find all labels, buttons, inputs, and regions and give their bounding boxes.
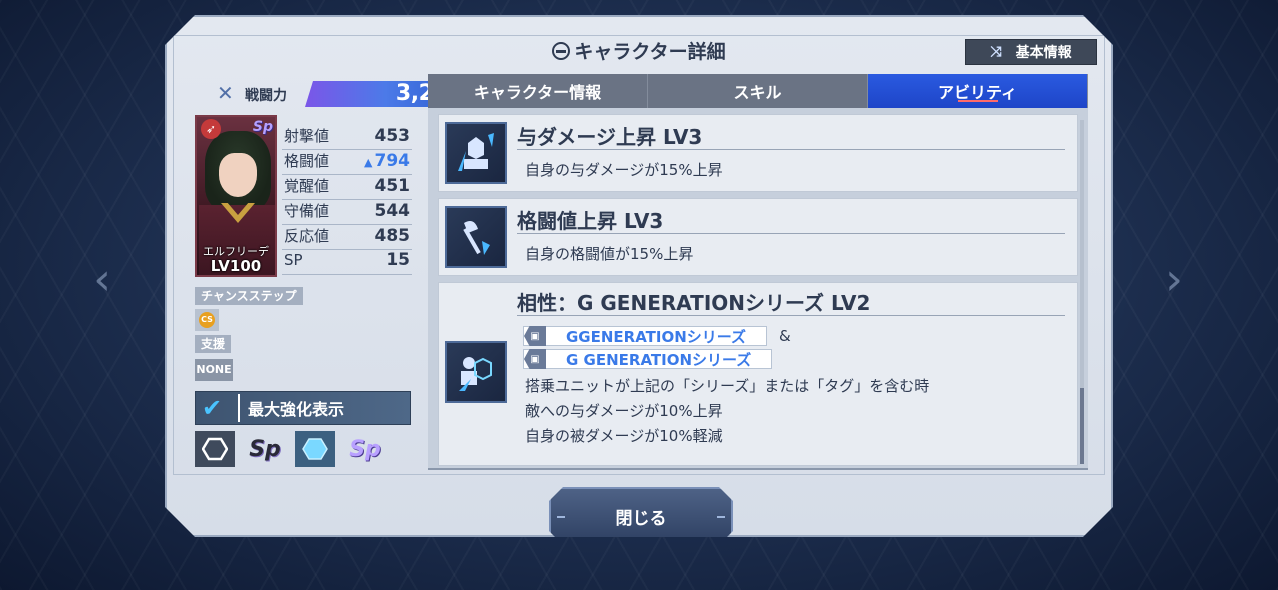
series-tag-row: ▣ GGENERATIONシリーズ & bbox=[523, 326, 791, 346]
ability-description: 搭乗ユニットが上記の「シリーズ」または「タグ」を含む時 bbox=[525, 377, 930, 395]
basic-info-button[interactable]: ⤨ 基本情報 bbox=[965, 39, 1097, 65]
sp-dark-icon[interactable]: Sp bbox=[245, 431, 285, 467]
bottom-icon-row: Sp Sp bbox=[195, 431, 385, 467]
ability-title: 与ダメージ上昇 LV3 bbox=[517, 125, 703, 149]
boost-up-arrow-icon: ▲ bbox=[364, 156, 373, 169]
crossed-swords-icon: ✕ bbox=[217, 81, 234, 105]
ability-item[interactable]: 格闘値上昇 LV3 自身の格闘値が15%上昇 bbox=[438, 198, 1078, 276]
stat-row-reaction: 反応値 485 bbox=[282, 225, 412, 250]
character-detail-panel: キャラクター詳細 ⤨ 基本情報 ✕ 戦闘力 3,242 ➶ Sp エルフリーデ … bbox=[165, 15, 1113, 537]
hex-filled-icon[interactable] bbox=[295, 431, 335, 467]
damage-up-icon bbox=[445, 122, 507, 184]
ability-description: 自身の格闘値が15%上昇 bbox=[525, 245, 694, 263]
ability-list: 与ダメージ上昇 LV3 自身の与ダメージが15%上昇 格闘値上昇 LV3 自身の… bbox=[428, 108, 1088, 470]
mobile-suit-icon: ▣ bbox=[524, 326, 546, 346]
sp-light-icon[interactable]: Sp bbox=[345, 431, 385, 467]
rocket-icon: ➶ bbox=[201, 119, 221, 139]
stats-list: 射撃値 453 格闘値 ▲ 794 覚醒値 451 守備値 544 反応値 485… bbox=[282, 125, 412, 275]
next-character-arrow[interactable]: › bbox=[1154, 255, 1194, 305]
ability-description: 自身の与ダメージが15%上昇 bbox=[525, 161, 723, 179]
series-tag: ▣ G GENERATIONシリーズ bbox=[523, 349, 772, 369]
max-enhance-toggle[interactable]: ✔ 最大強化表示 bbox=[195, 391, 411, 425]
series-tag-row: ▣ G GENERATIONシリーズ bbox=[523, 349, 772, 369]
tab-bar: キャラクター情報 スキル アビリティ bbox=[428, 74, 1088, 108]
tab-skill[interactable]: スキル bbox=[648, 74, 868, 108]
ability-item[interactable]: 与ダメージ上昇 LV3 自身の与ダメージが15%上昇 bbox=[438, 114, 1078, 192]
ability-description: 自身の被ダメージが10%軽減 bbox=[525, 427, 723, 445]
affinity-pilot-icon bbox=[445, 341, 507, 403]
mobile-suit-icon: ▣ bbox=[524, 349, 546, 369]
chance-step-icon[interactable]: CS bbox=[195, 309, 219, 331]
stat-row-melee: 格闘値 ▲ 794 bbox=[282, 150, 412, 175]
ability-title: 格闘値上昇 LV3 bbox=[517, 209, 664, 233]
character-portrait[interactable]: ➶ Sp エルフリーデ LV100 bbox=[195, 115, 277, 277]
tab-character-info[interactable]: キャラクター情報 bbox=[428, 74, 648, 108]
support-label: 支援 bbox=[195, 335, 231, 353]
stat-row-defense: 守備値 544 bbox=[282, 200, 412, 225]
stat-row-awaken: 覚醒値 451 bbox=[282, 175, 412, 200]
tab-ability[interactable]: アビリティ bbox=[868, 74, 1088, 108]
scroll-thumb[interactable] bbox=[1080, 388, 1084, 464]
stat-row-sp: SP 15 bbox=[282, 250, 412, 275]
prev-character-arrow[interactable]: ‹ bbox=[82, 255, 122, 305]
ability-title: 相性：G GENERATIONシリーズ LV2 bbox=[517, 291, 871, 315]
ability-item[interactable]: 相性：G GENERATIONシリーズ LV2 ▣ GGENERATIONシリー… bbox=[438, 282, 1078, 466]
close-button[interactable]: 閉じる bbox=[549, 487, 733, 545]
hex-outline-icon[interactable] bbox=[195, 431, 235, 467]
combat-power: ✕ 戦闘力 3,242 bbox=[217, 79, 417, 109]
melee-up-axe-icon bbox=[445, 206, 507, 268]
sp-badge: Sp bbox=[252, 119, 273, 135]
support-value: NONE bbox=[195, 359, 233, 381]
stat-row-shooting: 射撃値 453 bbox=[282, 125, 412, 150]
checkmark-icon: ✔ bbox=[202, 394, 240, 422]
series-tag: ▣ GGENERATIONシリーズ bbox=[523, 326, 767, 346]
shuffle-icon: ⤨ bbox=[990, 44, 1002, 60]
character-level: LV100 bbox=[210, 257, 262, 275]
helmet-icon bbox=[552, 42, 570, 60]
chance-step-label: チャンスステップ bbox=[195, 287, 303, 305]
ability-description: 敵への与ダメージが10%上昇 bbox=[525, 402, 723, 420]
scrollbar[interactable] bbox=[1080, 120, 1084, 464]
